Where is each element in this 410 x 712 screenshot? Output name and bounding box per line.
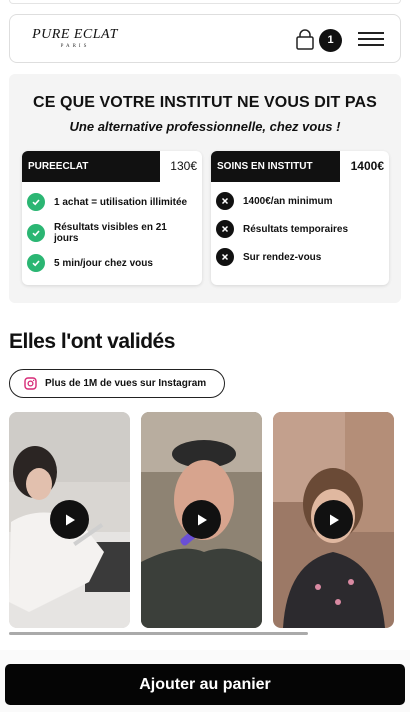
previous-section-edge	[9, 0, 401, 4]
comparison-title: CE QUE VOTRE INSTITUT NE VOUS DIT PAS	[33, 94, 377, 111]
feature-row: 1 achat = utilisation illimitée	[27, 193, 187, 211]
instagram-label: Plus de 1M de vues sur Instagram	[45, 378, 207, 389]
feature-text: 1400€/an minimum	[243, 195, 333, 207]
feature-row: 5 min/jour chez vous	[27, 254, 153, 272]
pureeclat-card: PUREECLAT 130€ 1 achat = utilisation ill…	[22, 151, 202, 285]
institut-card: SOINS EN INSTITUT 1400€ 1400€/an minimum…	[211, 151, 389, 285]
check-icon	[27, 224, 45, 242]
card-price: 130€	[170, 159, 197, 173]
cross-icon	[216, 192, 234, 210]
card-name: PUREECLAT	[22, 151, 160, 182]
feature-text: Résultats temporaires	[243, 223, 349, 235]
cross-icon	[216, 220, 234, 238]
comparison-subtitle: Une alternative professionnelle, chez vo…	[69, 119, 341, 134]
card-price: 1400€	[350, 159, 384, 173]
feature-text: Résultats visibles en 21 jours	[54, 222, 167, 244]
card-name: SOINS EN INSTITUT	[211, 151, 340, 182]
feature-row: Sur rendez-vous	[216, 248, 321, 266]
play-icon[interactable]	[182, 500, 221, 539]
check-icon	[27, 254, 45, 272]
instagram-icon	[24, 377, 37, 390]
review-video-2[interactable]	[141, 412, 262, 628]
shopping-bag-icon[interactable]	[295, 29, 315, 51]
logo-wordmark: PURE ECLAT	[32, 27, 118, 42]
review-video-3[interactable]	[273, 412, 394, 628]
feature-row: 1400€/an minimum	[216, 192, 332, 210]
brand-logo[interactable]: PURE ECLAT PARIS	[32, 27, 118, 49]
feature-text: 5 min/jour chez vous	[54, 257, 153, 269]
cart-count-badge: 1	[319, 29, 342, 52]
feature-row: Résultats visibles en 21 jours	[27, 222, 179, 244]
play-icon[interactable]	[50, 500, 89, 539]
play-icon[interactable]	[314, 500, 353, 539]
site-header: PURE ECLAT PARIS 1	[9, 14, 401, 63]
hamburger-menu-icon[interactable]	[358, 30, 384, 48]
comparison-section: CE QUE VOTRE INSTITUT NE VOUS DIT PAS Un…	[9, 74, 401, 303]
instagram-views-button[interactable]: Plus de 1M de vues sur Instagram	[9, 369, 225, 398]
feature-text: 1 achat = utilisation illimitée	[54, 196, 188, 208]
feature-row: Résultats temporaires	[216, 220, 348, 238]
cross-icon	[216, 248, 234, 266]
add-to-cart-button[interactable]: Ajouter au panier	[5, 664, 405, 705]
logo-subtitle: PARIS	[60, 44, 90, 49]
check-icon	[27, 193, 45, 211]
review-video-1[interactable]	[9, 412, 130, 628]
feature-text: Sur rendez-vous	[243, 251, 322, 263]
carousel-scrollbar[interactable]	[9, 632, 308, 635]
reviews-title: Elles l'ont validés	[9, 330, 175, 353]
